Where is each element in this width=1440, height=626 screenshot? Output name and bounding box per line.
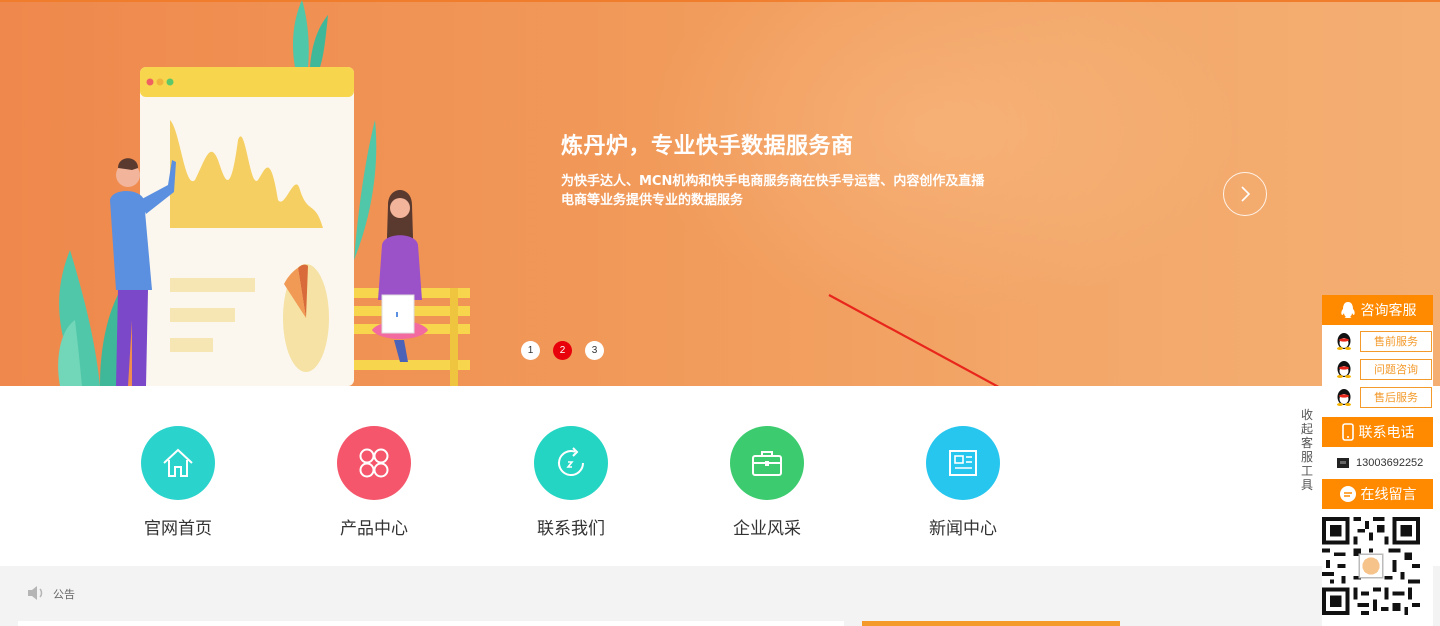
telephone-icon (1337, 458, 1349, 468)
presale-service-button[interactable]: 售前服务 (1360, 330, 1432, 352)
nav-label-news: 新闻中心 (929, 519, 997, 539)
qq-row-aftersale: 售后服务 (1322, 383, 1433, 411)
qq-avatar-icon (1337, 361, 1351, 378)
nav-label-home: 官网首页 (144, 519, 212, 539)
briefcase-icon (752, 451, 782, 476)
qq-avatar-icon (1337, 389, 1351, 406)
speaker-icon (28, 586, 43, 600)
nav-company-circle (730, 426, 804, 500)
banner-description: 为快手达人、MCN机构和快手电商服务商在快手号运营、内容创作及直播电商等业务提供… (561, 174, 985, 208)
customer-service-widget: 咨询客服 售前服务 问题咨询 售后服务 联系电话 13003692252 在线留… (1322, 295, 1433, 626)
nav-products-circle (337, 426, 411, 500)
qq-penguin-icon (1340, 302, 1355, 318)
hero-banner: 炼丹炉，专业快手数据服务商 为快手达人、MCN机构和快手电商服务商在快手号运营、… (0, 0, 1440, 386)
online-message-title: 在线留言 (1360, 487, 1417, 503)
banner-next-button[interactable] (1223, 172, 1267, 216)
content-panel-top (18, 621, 844, 626)
nav-label-company: 企业风采 (733, 519, 801, 539)
nav-news-circle (926, 426, 1000, 500)
phone-number: 13003692252 (1356, 457, 1424, 469)
qq-row-inquiry: 问题咨询 (1322, 355, 1433, 383)
consult-service-title: 咨询客服 (1360, 303, 1417, 319)
chevron-right-icon (1241, 186, 1251, 202)
banner-dot-3[interactable]: 3 (585, 341, 604, 360)
qq-avatar-icon (1337, 333, 1351, 350)
nav-label-contact: 联系我们 (537, 519, 605, 539)
news-icon (949, 450, 977, 476)
mobile-phone-icon (1341, 423, 1354, 441)
nav-contact-circle (534, 426, 608, 500)
quick-nav: 官网首页 产品中心 联系我们 企业风采 新闻中心 (0, 386, 1440, 566)
online-message-header[interactable]: 在线留言 (1322, 479, 1433, 509)
banner-dot-2[interactable]: 2 (553, 341, 572, 360)
aftersale-service-button[interactable]: 售后服务 (1360, 386, 1432, 408)
banner-illustration (58, 0, 470, 386)
nav-item-home[interactable]: 官网首页 (118, 426, 238, 539)
page: 炼丹炉，专业快手数据服务商 为快手达人、MCN机构和快手电商服务商在快手号运营、… (0, 0, 1440, 626)
grid-icon (359, 448, 389, 478)
collapse-service-tools[interactable]: 收起客服工具 (1298, 408, 1316, 492)
banner-pagination: 1 2 3 (521, 341, 604, 360)
chat-bubble-icon (1339, 486, 1356, 502)
refresh-icon (558, 447, 584, 477)
nav-item-news[interactable]: 新闻中心 (903, 426, 1023, 539)
banner-glow (640, 0, 1240, 320)
qq-row-presale: 售前服务 (1322, 327, 1433, 355)
contact-phone-header[interactable]: 联系电话 (1322, 417, 1433, 447)
orange-panel-top (862, 621, 1120, 626)
nav-item-products[interactable]: 产品中心 (314, 426, 434, 539)
contact-phone-title: 联系电话 (1358, 425, 1415, 441)
phone-row: 13003692252 (1322, 447, 1433, 479)
nav-item-company[interactable]: 企业风采 (707, 426, 827, 539)
inquiry-button[interactable]: 问题咨询 (1360, 358, 1432, 380)
banner-dot-1[interactable]: 1 (521, 341, 540, 360)
nav-home-circle (141, 426, 215, 500)
nav-item-contact[interactable]: 联系我们 (511, 426, 631, 539)
consult-service-header[interactable]: 咨询客服 (1322, 295, 1433, 325)
home-icon (163, 448, 193, 477)
banner-title: 炼丹炉，专业快手数据服务商 (561, 134, 854, 159)
announcement-bar: 公告 (0, 566, 1440, 626)
announcement-label: 公告 (53, 588, 75, 601)
nav-label-products: 产品中心 (340, 519, 408, 539)
qr-code-image (1322, 517, 1420, 615)
